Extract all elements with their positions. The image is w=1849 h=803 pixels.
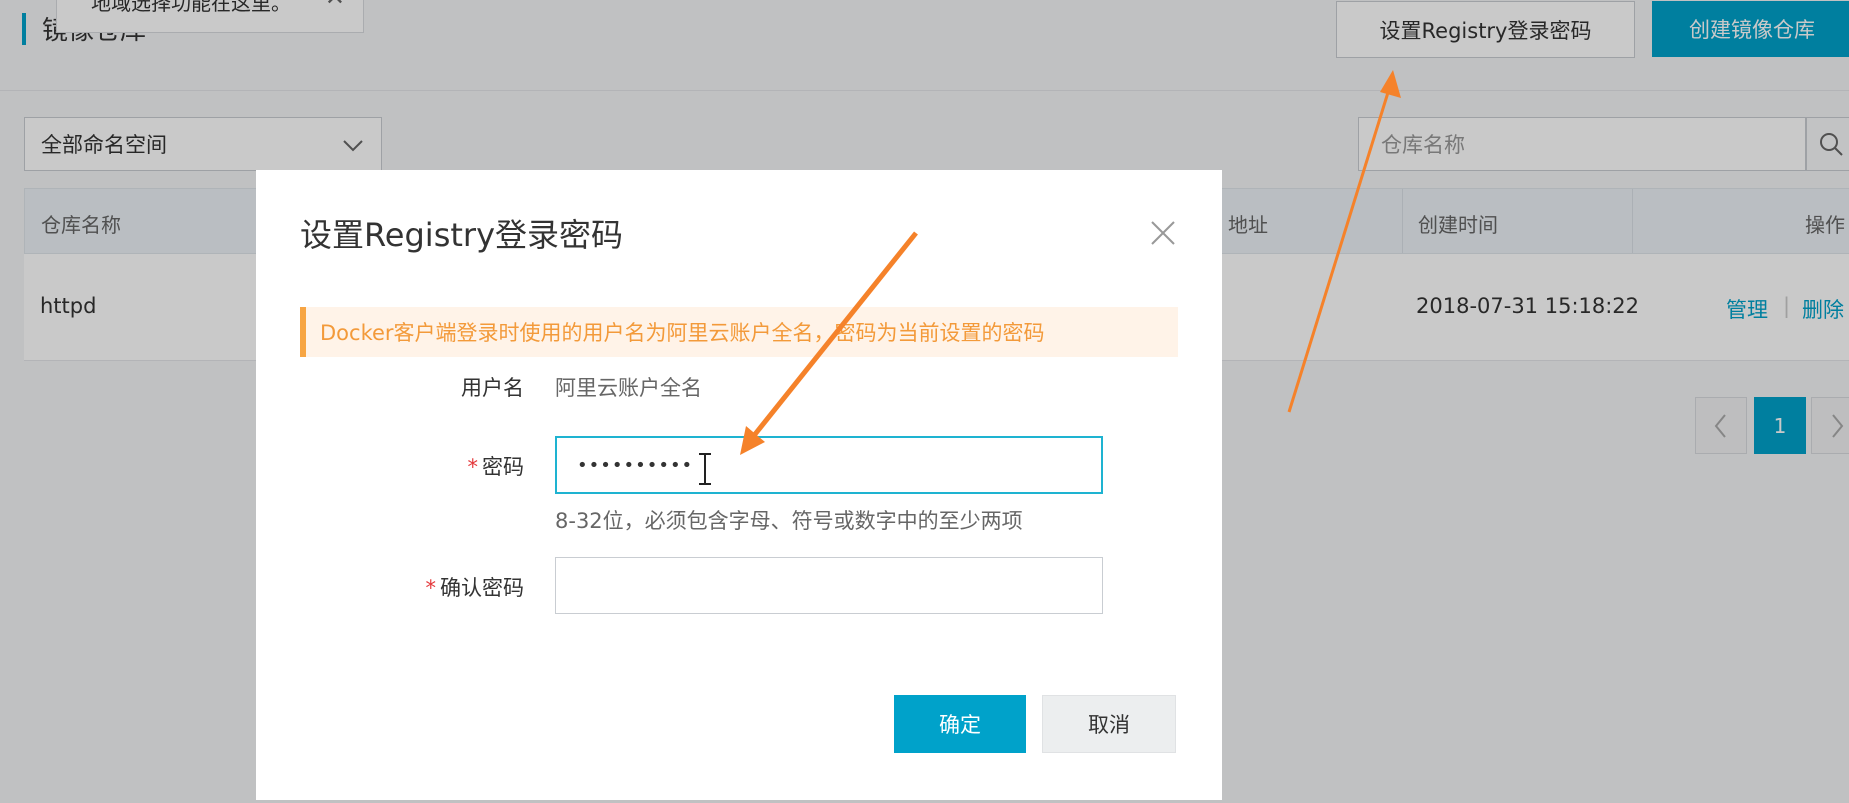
password-hint: 8-32位，必须包含字母、符号或数字中的至少两项	[555, 509, 1023, 533]
login-notice: Docker客户端登录时使用的用户名为阿里云账户全名，密码为当前设置的密码	[300, 307, 1178, 357]
confirm-password-label: 确认密码	[440, 576, 524, 600]
ok-button[interactable]: 确定	[894, 695, 1026, 753]
password-input[interactable]: ••••••••••	[555, 436, 1103, 494]
required-mark: *	[467, 455, 479, 479]
confirm-password-input[interactable]	[555, 557, 1103, 614]
confirm-label-row: * 确认密码	[366, 572, 525, 602]
set-password-dialog: 设置Registry登录密码 Docker客户端登录时使用的用户名为阿里云账户全…	[256, 170, 1222, 800]
dialog-title: 设置Registry登录密码	[300, 216, 624, 254]
text-cursor-icon	[699, 453, 711, 485]
password-label: 密码	[482, 455, 524, 479]
close-icon[interactable]	[1144, 214, 1182, 252]
username-value: 阿里云账户全名	[555, 376, 702, 400]
cancel-button[interactable]: 取消	[1042, 695, 1176, 753]
required-mark: *	[425, 576, 437, 600]
username-label: 用户名	[461, 376, 524, 400]
password-label-row: * 密码	[406, 451, 525, 481]
password-value: ••••••••••	[577, 454, 694, 476]
